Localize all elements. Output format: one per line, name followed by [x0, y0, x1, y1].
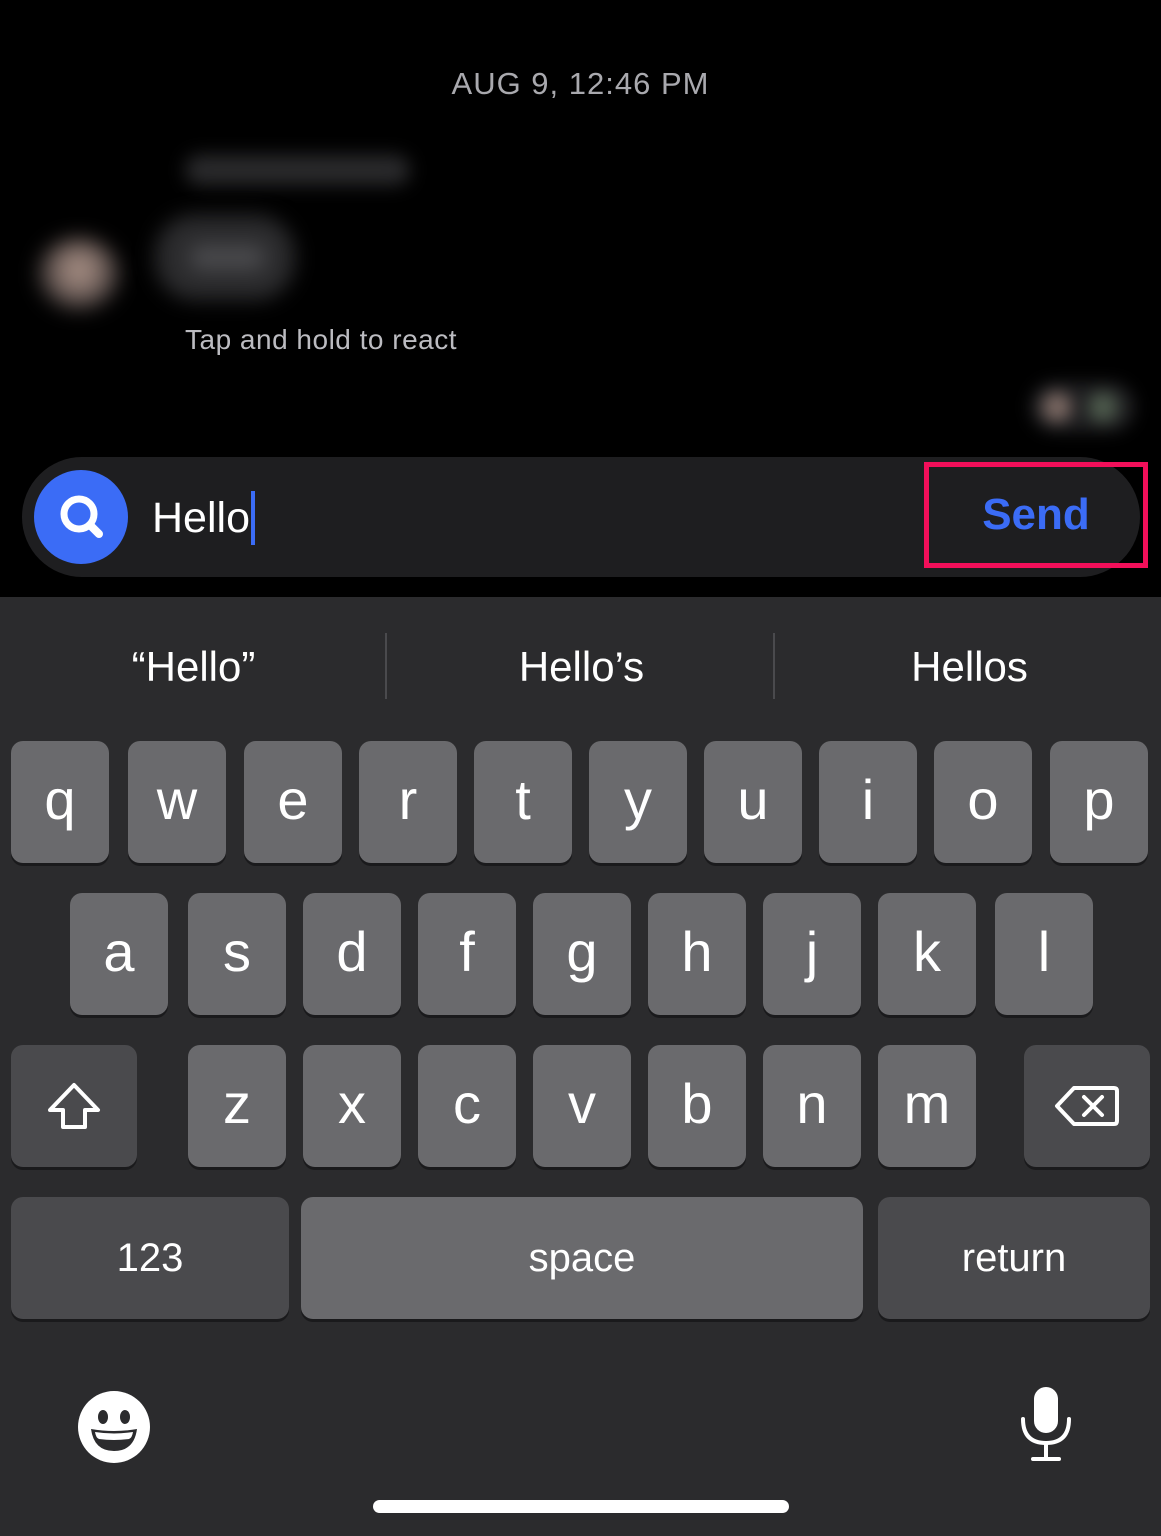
shift-icon: [48, 1083, 100, 1129]
suggestion-2[interactable]: Hello’s: [388, 597, 775, 737]
emoji-button[interactable]: [76, 1389, 152, 1465]
key-y[interactable]: y: [589, 741, 687, 863]
dictation-button[interactable]: [1018, 1385, 1074, 1465]
key-x[interactable]: x: [303, 1045, 401, 1167]
key-e[interactable]: e: [244, 741, 342, 863]
key-a[interactable]: a: [70, 893, 168, 1015]
key-l[interactable]: l: [995, 893, 1093, 1015]
microphone-icon: [1021, 1387, 1071, 1461]
predictive-bar: “Hello” Hello’s Hellos: [0, 597, 1161, 737]
numbers-key[interactable]: 123: [11, 1197, 289, 1319]
read-receipts: [1030, 382, 1135, 432]
backspace-icon: [1055, 1086, 1119, 1126]
suggestion-divider: [773, 633, 775, 699]
key-f[interactable]: f: [418, 893, 516, 1015]
return-key[interactable]: return: [878, 1197, 1150, 1319]
message-timestamp: AUG 9, 12:46 PM: [451, 66, 710, 101]
keyboard: “Hello” Hello’s Hellos q w e r t y u i o…: [0, 597, 1161, 1536]
key-v[interactable]: v: [533, 1045, 631, 1167]
key-i[interactable]: i: [819, 741, 917, 863]
react-hint: Tap and hold to react: [185, 324, 458, 355]
key-u[interactable]: u: [704, 741, 802, 863]
key-n[interactable]: n: [763, 1045, 861, 1167]
backspace-key[interactable]: [1024, 1045, 1150, 1167]
key-r[interactable]: r: [359, 741, 457, 863]
key-p[interactable]: p: [1050, 741, 1148, 863]
key-m[interactable]: m: [878, 1045, 976, 1167]
message-input[interactable]: Hello: [152, 488, 255, 548]
key-k[interactable]: k: [878, 893, 976, 1015]
search-button[interactable]: [34, 470, 128, 564]
key-q[interactable]: q: [11, 741, 109, 863]
space-key[interactable]: space: [301, 1197, 863, 1319]
key-c[interactable]: c: [418, 1045, 516, 1167]
emoji-icon: [78, 1391, 150, 1463]
key-o[interactable]: o: [934, 741, 1032, 863]
message-bubble[interactable]: [155, 215, 295, 300]
key-s[interactable]: s: [188, 893, 286, 1015]
sender-name-blurred: [185, 155, 410, 185]
key-g[interactable]: g: [533, 893, 631, 1015]
key-z[interactable]: z: [188, 1045, 286, 1167]
search-icon: [60, 495, 103, 538]
shift-key[interactable]: [11, 1045, 137, 1167]
sender-avatar[interactable]: [38, 238, 120, 310]
suggestion-1[interactable]: “Hello”: [0, 597, 387, 737]
key-b[interactable]: b: [648, 1045, 746, 1167]
key-h[interactable]: h: [648, 893, 746, 1015]
key-j[interactable]: j: [763, 893, 861, 1015]
suggestion-3[interactable]: Hellos: [776, 597, 1161, 737]
message-input-value: Hello: [152, 493, 250, 542]
key-w[interactable]: w: [128, 741, 226, 863]
home-indicator[interactable]: [373, 1500, 789, 1513]
suggestion-divider: [385, 633, 387, 699]
send-button[interactable]: Send: [930, 468, 1142, 562]
key-t[interactable]: t: [474, 741, 572, 863]
text-caret: [251, 491, 255, 545]
key-d[interactable]: d: [303, 893, 401, 1015]
